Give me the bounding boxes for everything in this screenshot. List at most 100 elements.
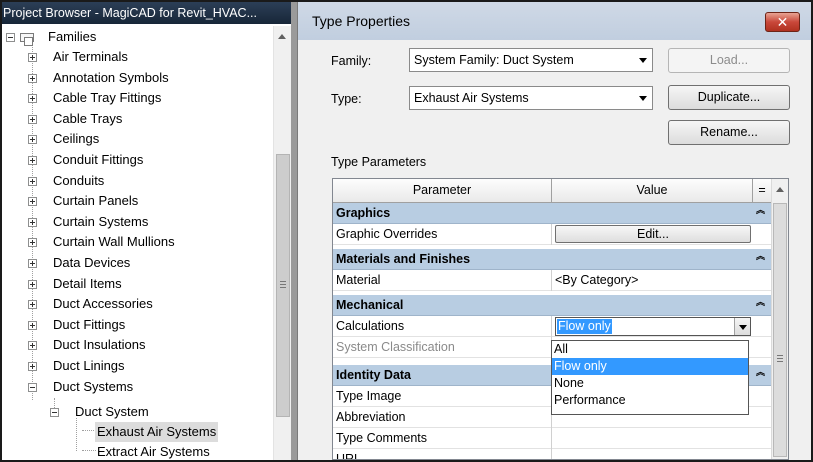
table-scrollbar[interactable] <box>771 179 788 459</box>
sidebar-item-detail-items[interactable]: Detail Items <box>2 274 272 294</box>
sidebar-item-curtain-wall-mullions[interactable]: Curtain Wall Mullions <box>2 232 272 252</box>
scrollbar-thumb[interactable] <box>773 203 787 457</box>
scrollbar-thumb[interactable] <box>276 154 290 417</box>
tree-node-label-selected: Exhaust Air Systems <box>95 422 219 442</box>
expand-toggle-icon[interactable] <box>28 176 37 186</box>
dropdown-option-none[interactable]: None <box>552 375 748 392</box>
sidebar-item-cable-tray-fittings[interactable]: Cable Tray Fittings <box>2 88 272 108</box>
table-row[interactable]: Material <By Category> <box>333 270 771 291</box>
graphic-overrides-edit-button[interactable]: Edit... <box>555 225 751 243</box>
tree-node-families[interactable]: Families <box>2 27 272 47</box>
group-header-materials[interactable]: Materials and Finishes ︽ <box>333 249 771 270</box>
table-row[interactable]: Type Comments <box>333 428 771 449</box>
expand-toggle-icon[interactable] <box>28 73 37 83</box>
tree-node-label: Duct Systems <box>53 378 134 394</box>
close-x-icon: ✕ <box>776 14 789 30</box>
collapse-toggle-icon[interactable] <box>6 33 15 42</box>
dropdown-option-all[interactable]: All <box>552 341 748 358</box>
type-parameters-table: Parameter Value = Graphics ︽ Graphic Ove… <box>332 178 789 460</box>
expand-toggle-icon[interactable] <box>28 156 37 165</box>
grip-icon <box>280 284 286 285</box>
param-value[interactable] <box>552 428 771 449</box>
dropdown-option-flow-only[interactable]: Flow only <box>552 358 748 375</box>
sidebar-item-conduits[interactable]: Conduits <box>2 171 272 191</box>
param-value[interactable]: <By Category> <box>552 270 771 291</box>
tree-node-extract-air-systems[interactable]: Extract Air Systems <box>2 442 272 460</box>
sidebar-item-ceilings[interactable]: Ceilings <box>2 129 272 149</box>
type-select[interactable]: Exhaust Air Systems <box>409 86 653 110</box>
column-header-parameter[interactable]: Parameter <box>333 179 552 203</box>
param-name: Calculations <box>333 316 552 337</box>
table-row: Calculations Flow only <box>333 316 771 337</box>
expand-toggle-icon[interactable] <box>28 300 37 310</box>
families-folder-icon-inner <box>24 37 33 46</box>
sidebar-item-duct-linings[interactable]: Duct Linings <box>2 356 272 376</box>
tree-node-duct-system[interactable]: Duct System <box>2 402 272 422</box>
type-parameters-label: Type Parameters <box>331 155 427 169</box>
rename-button[interactable]: Rename... <box>668 120 790 145</box>
expand-toggle-icon[interactable] <box>28 320 37 330</box>
param-value[interactable] <box>552 449 771 459</box>
sidebar-item-duct-systems[interactable]: Duct Systems <box>2 377 272 397</box>
chevron-down-icon[interactable] <box>734 318 750 335</box>
scroll-up-arrow-icon[interactable] <box>776 187 784 192</box>
tree-node-label: Ceilings <box>53 131 100 147</box>
tree-node-exhaust-air-systems[interactable]: Exhaust Air Systems <box>2 422 272 442</box>
tree-node-label: Annotation Symbols <box>53 69 169 85</box>
sidebar-item-conduit-fittings[interactable]: Conduit Fittings <box>2 150 272 170</box>
column-header-value[interactable]: Value <box>552 179 753 203</box>
calculations-select-value: Flow only <box>557 319 612 334</box>
family-label: Family: <box>331 54 372 68</box>
type-label: Type: <box>331 92 362 106</box>
sidebar-item-annotation-symbols[interactable]: Annotation Symbols <box>2 68 272 88</box>
group-header-graphics[interactable]: Graphics ︽ <box>333 203 771 224</box>
expand-toggle-icon[interactable] <box>28 114 37 124</box>
sidebar-item-duct-fittings[interactable]: Duct Fittings <box>2 315 272 335</box>
sidebar-item-air-terminals[interactable]: Air Terminals <box>2 47 272 67</box>
sidebar-item-cable-trays[interactable]: Cable Trays <box>2 109 272 129</box>
duplicate-button[interactable]: Duplicate... <box>668 85 790 110</box>
grip-icon <box>777 361 783 362</box>
expand-toggle-icon[interactable] <box>28 362 37 371</box>
tree-node-label: Duct Insulations <box>53 337 146 353</box>
expand-toggle-icon[interactable] <box>28 197 37 207</box>
load-button[interactable]: Load... <box>668 48 790 73</box>
expand-toggle-icon[interactable] <box>28 135 37 145</box>
collapse-toggle-icon[interactable] <box>50 408 59 417</box>
sidebar-item-duct-accessories[interactable]: Duct Accessories <box>2 294 272 314</box>
sidebar-item-data-devices[interactable]: Data Devices <box>2 253 272 273</box>
group-label: Mechanical <box>336 298 404 312</box>
collapse-toggle-icon[interactable] <box>28 382 37 392</box>
tree-node-label: Air Terminals <box>53 49 128 64</box>
collapse-group-icon[interactable]: ︽ <box>756 298 765 307</box>
calculations-select[interactable]: Flow only <box>555 317 751 336</box>
sidebar-item-curtain-panels[interactable]: Curtain Panels <box>2 191 272 211</box>
collapse-group-icon[interactable]: ︽ <box>756 368 765 377</box>
expand-toggle-icon[interactable] <box>28 259 37 268</box>
sidebar-item-duct-insulations[interactable]: Duct Insulations <box>2 335 272 355</box>
group-label: Graphics <box>336 206 391 220</box>
collapse-group-icon[interactable]: ︽ <box>756 206 765 215</box>
expand-toggle-icon[interactable] <box>28 341 37 351</box>
expand-toggle-icon[interactable] <box>28 217 37 227</box>
param-name: System Classification <box>333 337 552 358</box>
expand-toggle-icon[interactable] <box>28 238 37 248</box>
tree-node-label: Families <box>48 29 97 44</box>
tree-node-label: Duct Fittings <box>53 316 126 332</box>
sidebar-item-curtain-systems[interactable]: Curtain Systems <box>2 212 272 232</box>
scroll-up-arrow-icon[interactable] <box>278 34 286 39</box>
chevron-down-icon <box>639 96 647 101</box>
group-header-mechanical[interactable]: Mechanical ︽ <box>333 295 771 316</box>
expand-toggle-icon[interactable] <box>28 53 37 62</box>
grip-icon <box>777 358 783 359</box>
dropdown-option-performance[interactable]: Performance <box>552 392 748 409</box>
family-select[interactable]: System Family: Duct System <box>409 48 653 72</box>
expand-toggle-icon[interactable] <box>28 279 37 289</box>
column-header-formula[interactable]: = <box>753 179 771 203</box>
expand-toggle-icon[interactable] <box>28 94 37 104</box>
table-header: Parameter Value = <box>333 179 771 203</box>
close-button[interactable]: ✕ <box>765 12 800 32</box>
table-row[interactable]: URL <box>333 449 771 459</box>
collapse-group-icon[interactable]: ︽ <box>756 252 765 261</box>
project-browser-scrollbar[interactable] <box>273 26 291 460</box>
